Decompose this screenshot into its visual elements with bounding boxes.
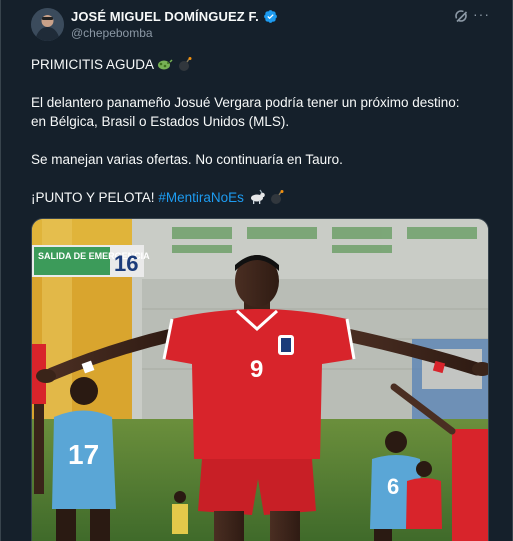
bomb-emoji bbox=[178, 57, 192, 71]
tweet-text-5: ¡PUNTO Y PELOTA! bbox=[31, 190, 155, 205]
tweet-text-4: Se manejan varias ofertas. No continuarí… bbox=[31, 152, 343, 167]
verified-badge-icon bbox=[263, 10, 277, 23]
tweet-photo[interactable]: SALIDA DE EMERGENCIA 16 17 6 9 bbox=[31, 218, 489, 541]
right-player-number: 6 bbox=[387, 474, 399, 499]
goat-emoji bbox=[250, 189, 265, 204]
tweet-card[interactable]: JOSÉ MIGUEL DOMÍNGUEZ F. @chepebomba ···… bbox=[0, 0, 513, 541]
tweet-text-3: en Bélgica, Brasil o Estados Unidos (MLS… bbox=[31, 114, 290, 129]
green-virus-emoji bbox=[158, 59, 173, 70]
author-handle[interactable]: @chepebomba bbox=[71, 26, 153, 40]
left-player-number: 17 bbox=[68, 439, 99, 470]
author-name[interactable]: JOSÉ MIGUEL DOMÍNGUEZ F. bbox=[71, 9, 259, 24]
tweet-line-5: ¡PUNTO Y PELOTA! #MentiraNoEs bbox=[31, 188, 285, 207]
tweet-line-1: PRIMICITIS AGUDA bbox=[31, 55, 193, 74]
hashtag-link[interactable]: #MentiraNoEs bbox=[158, 190, 244, 205]
avatar[interactable] bbox=[31, 8, 64, 41]
emergency-sign-number: 16 bbox=[114, 251, 138, 276]
more-icon[interactable]: ··· bbox=[473, 6, 491, 24]
tweet-text-1: PRIMICITIS AGUDA bbox=[31, 57, 154, 72]
bomb-emoji-2 bbox=[271, 190, 284, 204]
player-jersey-number: 9 bbox=[250, 356, 263, 383]
tweet-text-2: El delantero panameño Josué Vergara podr… bbox=[31, 95, 460, 110]
grok-icon[interactable] bbox=[453, 8, 469, 24]
author-row[interactable]: JOSÉ MIGUEL DOMÍNGUEZ F. bbox=[71, 9, 278, 24]
